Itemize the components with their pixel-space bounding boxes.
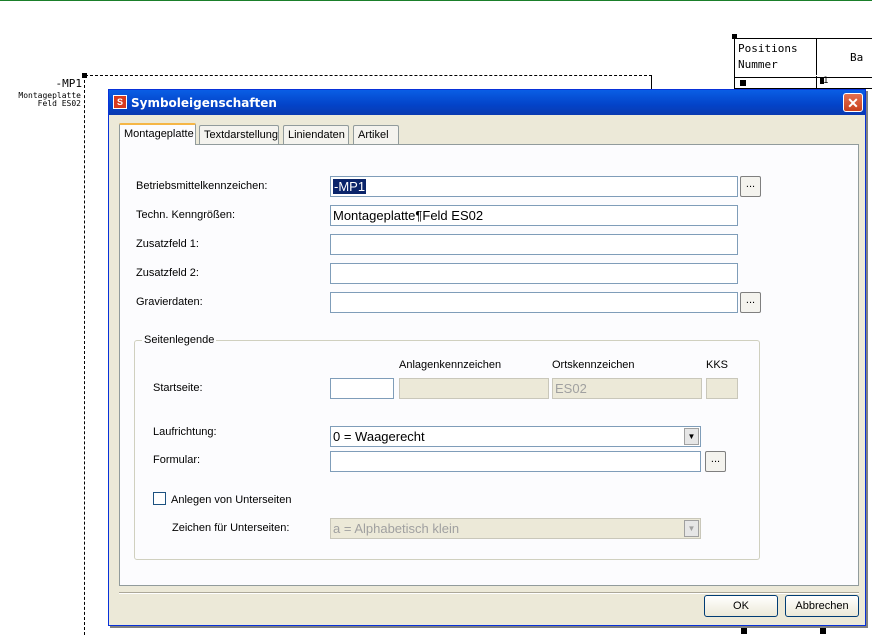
- zeichen-select: a = Alphabetisch klein ▼: [330, 518, 701, 539]
- ort-input: ES02: [552, 378, 702, 399]
- device-label: -MP1: [55, 77, 83, 90]
- tab-textdarstellung[interactable]: Textdarstellung: [199, 125, 279, 144]
- cancel-button[interactable]: Abbrechen: [785, 595, 859, 617]
- laufrichtung-value: 0 = Waagerecht: [333, 429, 425, 444]
- footer-divider: [119, 592, 859, 594]
- kks-input: [706, 378, 738, 399]
- bmk-input[interactable]: -MP1: [330, 176, 738, 197]
- gravur-label: Gravierdaten:: [136, 296, 203, 308]
- gravur-input[interactable]: [330, 292, 738, 313]
- outline-tick: [651, 75, 652, 89]
- table-column-divider: [816, 76, 817, 88]
- formular-label: Formular:: [153, 454, 201, 466]
- unterseiten-checkbox[interactable]: [153, 492, 166, 505]
- position-header-line2: Nummer: [738, 58, 778, 71]
- position-header-line1: Positions: [738, 42, 798, 55]
- ok-button[interactable]: OK: [704, 595, 778, 617]
- anlage-input: [399, 378, 549, 399]
- anchor-marker: [82, 73, 87, 78]
- bottom-marker-1: [741, 628, 747, 634]
- gravur-browse-button[interactable]: ...: [740, 292, 761, 313]
- tab-panel-montageplatte: Betriebsmittelkennzeichen: -MP1 ... Tech…: [119, 144, 859, 586]
- zusatz2-label: Zusatzfeld 2:: [136, 267, 199, 279]
- zusatz1-input[interactable]: [330, 234, 738, 255]
- tab-liniendaten[interactable]: Liniendaten: [283, 125, 349, 144]
- startseite-input[interactable]: [330, 378, 394, 399]
- ort-column-label: Ortskennzeichen: [552, 359, 635, 371]
- anlage-column-label: Anlagenkennzeichen: [399, 359, 502, 371]
- formular-browse-button[interactable]: ...: [705, 451, 726, 472]
- row-marker-2: [820, 78, 824, 84]
- table-anchor-marker: [732, 34, 737, 39]
- close-button[interactable]: ✕: [843, 93, 863, 112]
- startseite-label: Startseite:: [153, 382, 203, 394]
- mounting-plate-outline-top: [85, 75, 652, 76]
- zusatz1-label: Zusatzfeld 1:: [136, 238, 199, 250]
- bmk-label: Betriebsmittelkennzeichen:: [136, 180, 268, 192]
- kenngroessen-input[interactable]: Montageplatte¶Feld ES02: [330, 205, 738, 226]
- row-marker-1: [740, 80, 746, 86]
- app-icon: S: [113, 95, 127, 109]
- top-border-line: [0, 0, 872, 1]
- tab-montageplatte[interactable]: Montageplatte: [119, 123, 196, 145]
- device-sublabel-line2: Feld ES02: [37, 99, 81, 108]
- kks-column-label: KKS: [706, 359, 729, 371]
- zeichen-value: a = Alphabetisch klein: [333, 521, 460, 536]
- bottom-marker-2: [820, 628, 826, 634]
- bmk-browse-button[interactable]: ...: [740, 176, 761, 197]
- chevron-down-icon: ▼: [684, 520, 699, 537]
- laufrichtung-label: Laufrichtung:: [153, 426, 217, 438]
- tab-artikel[interactable]: Artikel: [353, 125, 399, 144]
- formular-input[interactable]: [330, 451, 701, 472]
- unterseiten-label[interactable]: Anlegen von Unterseiten: [171, 494, 291, 506]
- column-header-partial: Ba: [850, 51, 864, 64]
- zusatz2-input[interactable]: [330, 263, 738, 284]
- chevron-down-icon[interactable]: ▼: [684, 428, 699, 445]
- position-number-header: Positions Nummer: [735, 39, 817, 75]
- device-sublabel: Montageplatte Feld ES02: [3, 92, 81, 108]
- bmk-value: -MP1: [333, 179, 367, 194]
- kenngroessen-label: Techn. Kenngrößen:: [136, 209, 236, 221]
- symbol-properties-dialog: S Symboleigenschaften ✕ Montageplatte Te…: [108, 89, 866, 626]
- mounting-plate-outline-left: [84, 75, 85, 635]
- seitenlegende-title: Seitenlegende: [142, 334, 217, 346]
- position-table-header: Positions Nummer Ba: [734, 38, 872, 78]
- dialog-titlebar[interactable]: S Symboleigenschaften ✕: [109, 90, 865, 115]
- zeichen-label: Zeichen für Unterseiten:: [172, 522, 290, 534]
- position-table-row: 1: [734, 76, 872, 89]
- laufrichtung-select[interactable]: 0 = Waagerecht ▼: [330, 426, 701, 447]
- dialog-title: Symboleigenschaften: [131, 96, 277, 110]
